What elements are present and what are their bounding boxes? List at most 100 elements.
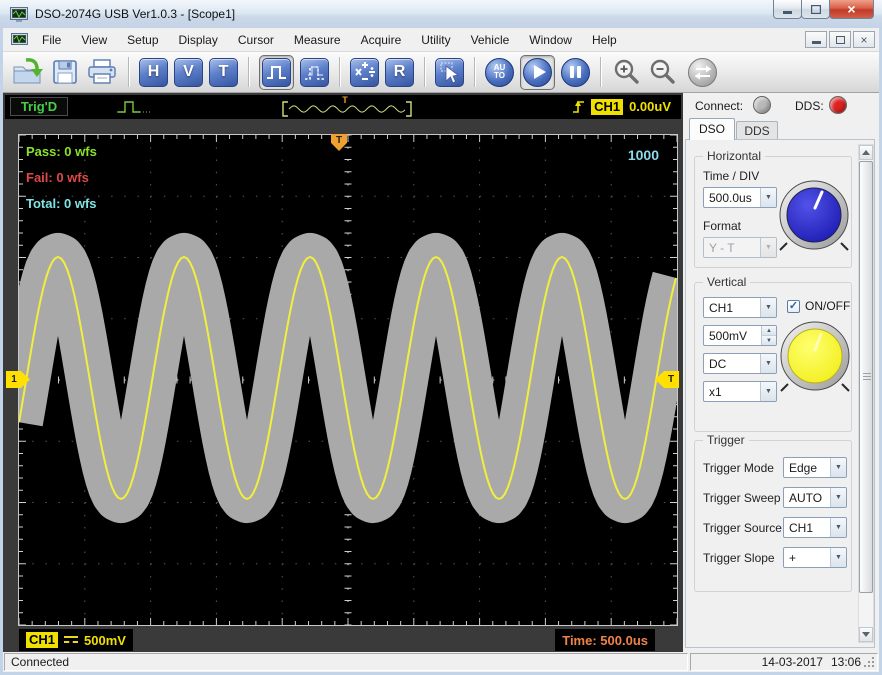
- print-icon: [88, 59, 116, 84]
- save-button[interactable]: [50, 57, 80, 87]
- open-folder-icon: [13, 58, 43, 84]
- minimize-button[interactable]: [773, 0, 802, 19]
- trigger-sweep-label: Trigger Sweep: [703, 491, 781, 505]
- dds-indicator: [829, 96, 847, 114]
- scope-display[interactable]: Pass: 0 wfs Fail: 0 wfs Total: 0 wfs 100…: [6, 134, 679, 626]
- autoset-button[interactable]: AU TO: [485, 57, 514, 87]
- trigger-group-title: Trigger: [703, 433, 749, 447]
- pause-button[interactable]: [561, 57, 590, 87]
- vertical-group-title: Vertical: [703, 275, 751, 289]
- menu-item-measure[interactable]: Measure: [284, 30, 351, 50]
- print-button[interactable]: [86, 57, 118, 87]
- menu-item-vehicle[interactable]: Vehicle: [461, 30, 520, 50]
- trigger-cursor-button[interactable]: T: [209, 57, 238, 87]
- probe-select[interactable]: x1 ▼: [703, 381, 777, 402]
- channel-onoff-checkbox[interactable]: ✓ ON/OFF: [787, 299, 850, 313]
- menu-item-display[interactable]: Display: [169, 30, 228, 50]
- zoom-out-button[interactable]: [647, 57, 677, 87]
- mdi-restore-icon: [835, 35, 845, 44]
- pass-fail-button[interactable]: [262, 57, 291, 87]
- format-label: Format: [703, 219, 742, 233]
- minimize-icon: [783, 10, 792, 14]
- probe-value: x1: [709, 384, 722, 399]
- pass-counter: Pass: 0 wfs: [26, 144, 97, 159]
- trigger-source-select[interactable]: CH1 ▼: [783, 517, 847, 538]
- window-frame-left: [0, 28, 3, 675]
- math-button[interactable]: [350, 57, 379, 87]
- pass-fail-selected-frame: [259, 54, 294, 90]
- scrollbar-thumb[interactable]: [859, 161, 873, 593]
- menu-item-file[interactable]: File: [32, 30, 71, 50]
- volts-knob[interactable]: [779, 319, 851, 395]
- channel-select[interactable]: CH1 ▼: [703, 297, 777, 318]
- menu-item-utility[interactable]: Utility: [411, 30, 460, 50]
- connection-status: Connected: [11, 655, 70, 669]
- menu-item-setup[interactable]: Setup: [117, 30, 168, 50]
- zoom-in-icon: [614, 59, 639, 84]
- horizontal-cursor-button[interactable]: H: [139, 57, 168, 87]
- mdi-restore-button[interactable]: [829, 31, 851, 48]
- svg-text:T: T: [342, 95, 348, 105]
- status-time: 13:06: [830, 655, 861, 669]
- scroll-up-button[interactable]: [859, 145, 873, 160]
- play-icon: [533, 65, 546, 79]
- menu-item-view[interactable]: View: [71, 30, 117, 50]
- chevron-down-icon: ▼: [830, 488, 846, 507]
- maximize-button[interactable]: [801, 0, 830, 19]
- tab-dso[interactable]: DSO: [689, 118, 735, 140]
- mdi-minimize-icon: [811, 41, 821, 44]
- zoom-in-button[interactable]: [611, 57, 641, 87]
- resize-grip[interactable]: [863, 656, 876, 669]
- volts-div-stepper[interactable]: 500mV ▲ ▼: [703, 325, 777, 346]
- close-button[interactable]: ×: [829, 0, 874, 19]
- connect-indicator: [753, 96, 771, 114]
- menu-bar: File View Setup Display Cursor Measure A…: [3, 28, 879, 52]
- sync-button[interactable]: [688, 57, 717, 87]
- spin-up-button[interactable]: ▲: [762, 326, 776, 335]
- timebase-knob[interactable]: [777, 179, 851, 253]
- panel-scrollbar[interactable]: [858, 144, 874, 643]
- left-marker-label: 1: [11, 374, 17, 385]
- chevron-down-icon: ▼: [760, 298, 776, 317]
- channel-readout: CH1 500mV: [19, 629, 133, 651]
- waveform-preview[interactable]: T: [279, 95, 415, 119]
- chevron-down-icon: ▼: [760, 238, 776, 257]
- arrow-up-icon: [862, 150, 870, 155]
- horizontal-group-title: Horizontal: [703, 149, 766, 163]
- format-select[interactable]: Y - T ▼: [703, 237, 777, 258]
- scope-header-bar: Trig'D T CH1 0.00uV: [5, 95, 681, 119]
- menu-item-cursor[interactable]: Cursor: [228, 30, 284, 50]
- window-title: DSO-2074G USB Ver1.0.3 - [Scope1]: [35, 7, 236, 21]
- mdi-close-icon: ×: [860, 32, 868, 47]
- mdi-close-button[interactable]: ×: [853, 31, 875, 48]
- trigger-sweep-select[interactable]: AUTO ▼: [783, 487, 847, 508]
- tab-dds[interactable]: DDS: [736, 121, 778, 140]
- t-label: T: [218, 63, 229, 80]
- menu-item-help[interactable]: Help: [582, 30, 627, 50]
- time-div-value: 500.0us: [709, 190, 752, 205]
- math-icon: [354, 62, 375, 80]
- run-button[interactable]: [523, 57, 552, 87]
- trigger-level: 0.00uV: [629, 99, 671, 114]
- channel-badge: CH1: [26, 632, 59, 648]
- reference-button[interactable]: R: [385, 57, 414, 87]
- mdi-minimize-button[interactable]: [805, 31, 827, 48]
- pulse-dashed-icon: [304, 66, 324, 80]
- menu-item-window[interactable]: Window: [519, 30, 582, 50]
- time-div-label: Time / DIV: [703, 169, 760, 183]
- spin-down-button[interactable]: ▼: [762, 335, 776, 345]
- select-button[interactable]: [435, 57, 464, 87]
- mask-setup-button[interactable]: [300, 57, 329, 87]
- open-button[interactable]: [12, 57, 44, 87]
- time-div-select[interactable]: 500.0us ▼: [703, 187, 777, 208]
- scroll-down-button[interactable]: [859, 627, 873, 642]
- trigger-slope-select[interactable]: + ▼: [783, 547, 847, 568]
- edge-trigger-icon: [573, 100, 585, 113]
- coupling-select[interactable]: DC ▼: [703, 353, 777, 374]
- trigger-mode-select[interactable]: Edge ▼: [783, 457, 847, 478]
- auto-bottom-label: TO: [494, 71, 505, 80]
- trigger-slope-value: +: [789, 550, 797, 565]
- trigger-mode-value: Edge: [789, 460, 818, 475]
- menu-item-acquire[interactable]: Acquire: [351, 30, 412, 50]
- vertical-cursor-button[interactable]: V: [174, 57, 203, 87]
